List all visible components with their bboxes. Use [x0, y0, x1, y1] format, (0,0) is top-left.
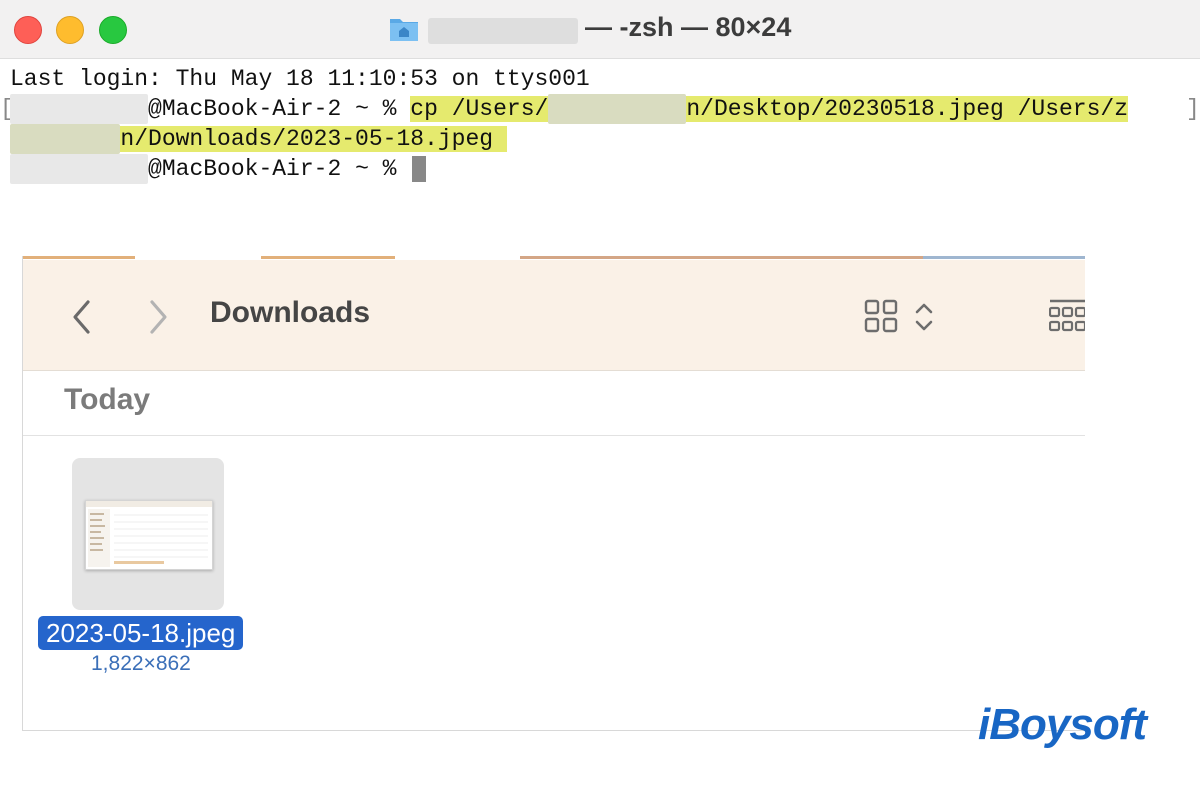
- line-bracket-right: ]: [1186, 96, 1200, 122]
- close-button[interactable]: [14, 16, 42, 44]
- prompt-line: zengjiamin@MacBook-Air-2 ~ %: [10, 154, 427, 184]
- text-cursor: [412, 155, 427, 182]
- command-highlight: engjiamin/Downloads/2023-05-18.jpeg: [10, 124, 507, 154]
- terminal-window: zengjiamin — -zsh — 80×24 Last login: Th…: [0, 0, 1200, 786]
- minimize-button[interactable]: [56, 16, 84, 44]
- title-user-redacted: zengjiamin: [428, 18, 578, 44]
- command-text: cp /Users/: [410, 96, 549, 122]
- file-name-label[interactable]: 2023-05-18.jpeg: [38, 616, 244, 650]
- forward-icon[interactable]: [145, 297, 171, 337]
- section-title: Today: [64, 383, 151, 416]
- window-title: — -zsh — 80×24: [585, 12, 792, 42]
- redacted-username: zengjiamin: [10, 154, 149, 184]
- command-line: zengjiamin@MacBook-Air-2 ~ % cp /Users/z…: [10, 94, 1129, 124]
- watermark-logo: iBoysoft: [978, 700, 1147, 749]
- redacted-username: zengjiamin: [548, 94, 687, 124]
- command-highlight: cp /Users/zengjiaminn/Desktop/20230518.j…: [410, 94, 1129, 124]
- finder-title: Downloads: [210, 296, 371, 329]
- group-view-icon[interactable]: [1049, 298, 1085, 334]
- finder-window: Downloads Today 2023-05-18.jpeg 1,822×86…: [22, 256, 1085, 731]
- command-text: n/Desktop/20230518.jpeg /Users/z: [686, 96, 1129, 122]
- redacted-username: zengjiamin: [10, 94, 149, 124]
- updown-chevron-icon[interactable]: [912, 300, 936, 334]
- terminal-output[interactable]: Last login: Thu May 18 11:10:53 on ttys0…: [0, 59, 1200, 239]
- redacted-username: engjiami: [10, 124, 121, 154]
- finder-toolbar: Downloads: [23, 260, 1085, 371]
- title-bar: zengjiamin — -zsh — 80×24: [0, 0, 1200, 59]
- home-folder-icon: [390, 19, 418, 41]
- zoom-button[interactable]: [99, 16, 127, 44]
- prompt-host: @MacBook-Air-2 ~ %: [148, 96, 411, 122]
- file-dimensions: 1,822×862: [91, 652, 191, 675]
- last-login-line: Last login: Thu May 18 11:10:53 on ttys0…: [10, 66, 590, 92]
- section-header: Today: [23, 371, 1085, 436]
- command-line-wrap: engjiamin/Downloads/2023-05-18.jpeg: [10, 124, 507, 154]
- grid-view-icon[interactable]: [863, 298, 899, 334]
- prompt-host: @MacBook-Air-2 ~ %: [148, 156, 411, 182]
- command-text: n/Downloads/2023-05-18.jpeg: [120, 126, 494, 152]
- back-icon[interactable]: [69, 297, 95, 337]
- image-thumbnail[interactable]: [85, 500, 213, 570]
